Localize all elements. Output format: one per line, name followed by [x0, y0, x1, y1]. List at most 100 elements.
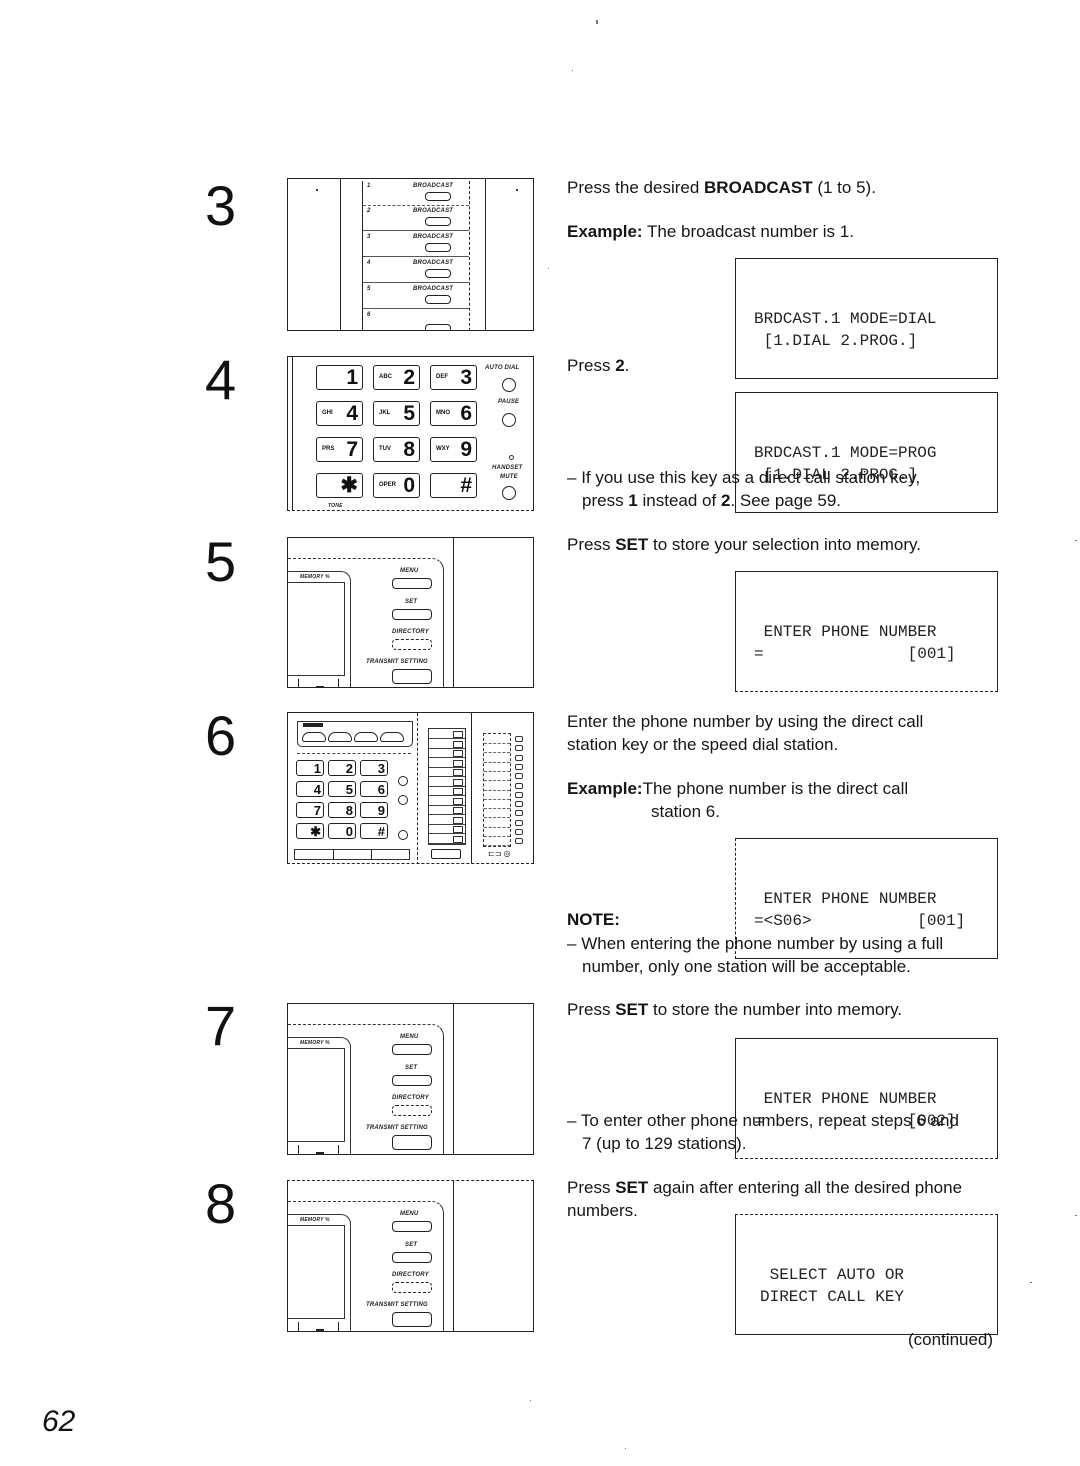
step-number: 7	[205, 994, 237, 1057]
step-number: 3	[205, 174, 237, 237]
station-key[interactable]	[429, 824, 465, 834]
memory-display	[288, 1225, 345, 1319]
dial-key-9[interactable]: ✱	[316, 473, 363, 498]
mini-dial-key-2[interactable]: 3	[360, 760, 388, 776]
step-3-instruction: Press the desired BROADCAST (1 to 5).	[567, 178, 876, 197]
menu-button[interactable]	[392, 1221, 432, 1232]
speed-dial-station-key[interactable]	[484, 836, 523, 847]
broadcast-key-strip: 1 BROADCAST 2 BROADCAST 3 BROADCAST 4 BR…	[362, 181, 470, 330]
menu-button[interactable]	[392, 578, 432, 589]
mini-dial-key-9[interactable]: ✱	[296, 823, 324, 839]
transmit-setting-button[interactable]	[392, 1135, 432, 1150]
handset-mute-button[interactable]	[502, 486, 516, 500]
step-5-instruction: Press SET to store your selection into m…	[567, 535, 921, 554]
dial-key-10[interactable]: OPER 0	[373, 473, 420, 498]
station-key[interactable]	[429, 796, 465, 806]
mini-dial-key-7[interactable]: 8	[328, 802, 356, 818]
dial-key-1[interactable]: ABC 2	[373, 365, 420, 390]
directory-button[interactable]	[392, 639, 432, 650]
note-text: – When entering the phone number by usin…	[567, 934, 944, 976]
step-4-instruction: Press 2.	[567, 356, 630, 375]
mini-dial-key-1[interactable]: 2	[328, 760, 356, 776]
dial-key-5[interactable]: MNO 6	[430, 401, 477, 426]
directory-button[interactable]	[392, 1105, 432, 1116]
pause-button[interactable]	[502, 413, 516, 427]
set-button[interactable]	[392, 1252, 432, 1263]
step-number: 4	[205, 348, 237, 411]
direct-call-station-keys	[428, 728, 466, 845]
menu-button[interactable]	[392, 1044, 432, 1055]
step-7-instruction: Press SET to store the number into memor…	[567, 1000, 903, 1019]
mini-dial-key-0[interactable]: 1	[296, 760, 324, 776]
menu-panel-illustration: MEMORY % MENU SET DIRECTORY TRANSMIT SET…	[287, 537, 534, 688]
lcd-display: SELECT AUTO OR DIRECT CALL KEY	[735, 1214, 998, 1335]
full-panel-illustration: 1 2 3 4 5 6 7 8 9 ✱ 0 # ⊏⊐ ◎	[287, 712, 534, 864]
step-number: 6	[205, 704, 237, 767]
transmit-setting-button[interactable]	[392, 1312, 432, 1327]
station-key[interactable]	[429, 767, 465, 777]
broadcast-key-5[interactable]: 5 BROADCAST	[363, 284, 469, 309]
mini-dial-key-11[interactable]: #	[360, 823, 388, 839]
speed-dial-station-keys	[483, 733, 523, 847]
dial-key-7[interactable]: TUV 8	[373, 437, 420, 462]
mini-dial-key-6[interactable]: 7	[296, 802, 324, 818]
note-heading: NOTE:	[567, 910, 620, 929]
memory-display	[288, 1048, 345, 1142]
indicator-led	[509, 455, 514, 460]
station-key[interactable]	[429, 805, 465, 815]
station-key[interactable]	[429, 729, 465, 739]
step-6-instruction: Enter the phone number by using the dire…	[567, 712, 924, 754]
bottom-key-row	[294, 849, 410, 860]
step-6-example: Example:The phone number is the direct c…	[567, 779, 909, 821]
function-key-row	[297, 721, 413, 747]
step-3-example: Example: The broadcast number is 1.	[567, 222, 854, 241]
auto-dial-button[interactable]	[398, 776, 408, 786]
dial-key-11[interactable]: #	[430, 473, 477, 498]
broadcast-key-4[interactable]: 4 BROADCAST	[363, 258, 469, 283]
broadcast-keys-illustration: 1 BROADCAST 2 BROADCAST 3 BROADCAST 4 BR…	[287, 178, 534, 331]
continued-label: (continued)	[908, 1330, 994, 1349]
set-button[interactable]	[392, 609, 432, 620]
station-key[interactable]	[429, 758, 465, 768]
station-key[interactable]	[429, 777, 465, 787]
lcd-display: BRDCAST.1 MODE=DIAL [1.DIAL 2.PROG.]	[735, 258, 998, 379]
broadcast-key-1[interactable]: 1 BROADCAST	[363, 181, 469, 206]
dial-key-3[interactable]: GHI 4	[316, 401, 363, 426]
station-key-bottom[interactable]	[431, 849, 461, 859]
step-number: 5	[205, 530, 237, 593]
dial-key-0[interactable]: 1	[316, 365, 363, 390]
handset-mute-button[interactable]	[398, 830, 408, 840]
dial-key-4[interactable]: JKL 5	[373, 401, 420, 426]
dial-keypad-illustration: 1 ABC 2 DEF 3 GHI 4 JKL 5 MNO 6 PRS 7 TU…	[287, 356, 534, 511]
step-4-bullet: – If you use this key as a direct call s…	[567, 468, 921, 510]
station-key[interactable]	[429, 815, 465, 825]
broadcast-key-2[interactable]: 2 BROADCAST	[363, 206, 469, 231]
set-button[interactable]	[392, 1075, 432, 1086]
station-key[interactable]	[429, 748, 465, 758]
transmit-setting-button[interactable]	[392, 669, 432, 684]
dial-key-8[interactable]: WXY 9	[430, 437, 477, 462]
station-key[interactable]	[429, 739, 465, 749]
step-number: 8	[205, 1172, 237, 1235]
mini-dial-key-4[interactable]: 5	[328, 781, 356, 797]
menu-panel-illustration: MEMORY % MENU SET DIRECTORY TRANSMIT SET…	[287, 1180, 534, 1332]
station-key[interactable]	[429, 834, 465, 844]
lcd-display: ENTER PHONE NUMBER = [001]	[735, 571, 998, 692]
broadcast-key-3[interactable]: 3 BROADCAST	[363, 232, 469, 257]
memory-display	[288, 582, 345, 676]
page-number: 62	[42, 1405, 76, 1438]
directory-button[interactable]	[392, 1282, 432, 1293]
mini-dial-key-3[interactable]: 4	[296, 781, 324, 797]
mini-dial-key-5[interactable]: 6	[360, 781, 388, 797]
auto-dial-button[interactable]	[502, 378, 516, 392]
dial-key-6[interactable]: PRS 7	[316, 437, 363, 462]
mini-dial-key-10[interactable]: 0	[328, 823, 356, 839]
pause-button[interactable]	[398, 795, 408, 805]
mini-dial-key-8[interactable]: 9	[360, 802, 388, 818]
menu-panel-illustration: MEMORY % MENU SET DIRECTORY TRANSMIT SET…	[287, 1003, 534, 1155]
station-key[interactable]	[429, 786, 465, 796]
step-7-bullet: – To enter other phone numbers, repeat s…	[567, 1111, 959, 1153]
broadcast-key-6[interactable]: 6	[363, 310, 469, 330]
dial-key-2[interactable]: DEF 3	[430, 365, 477, 390]
station-switch-icon: ⊏⊐ ◎	[488, 849, 511, 858]
